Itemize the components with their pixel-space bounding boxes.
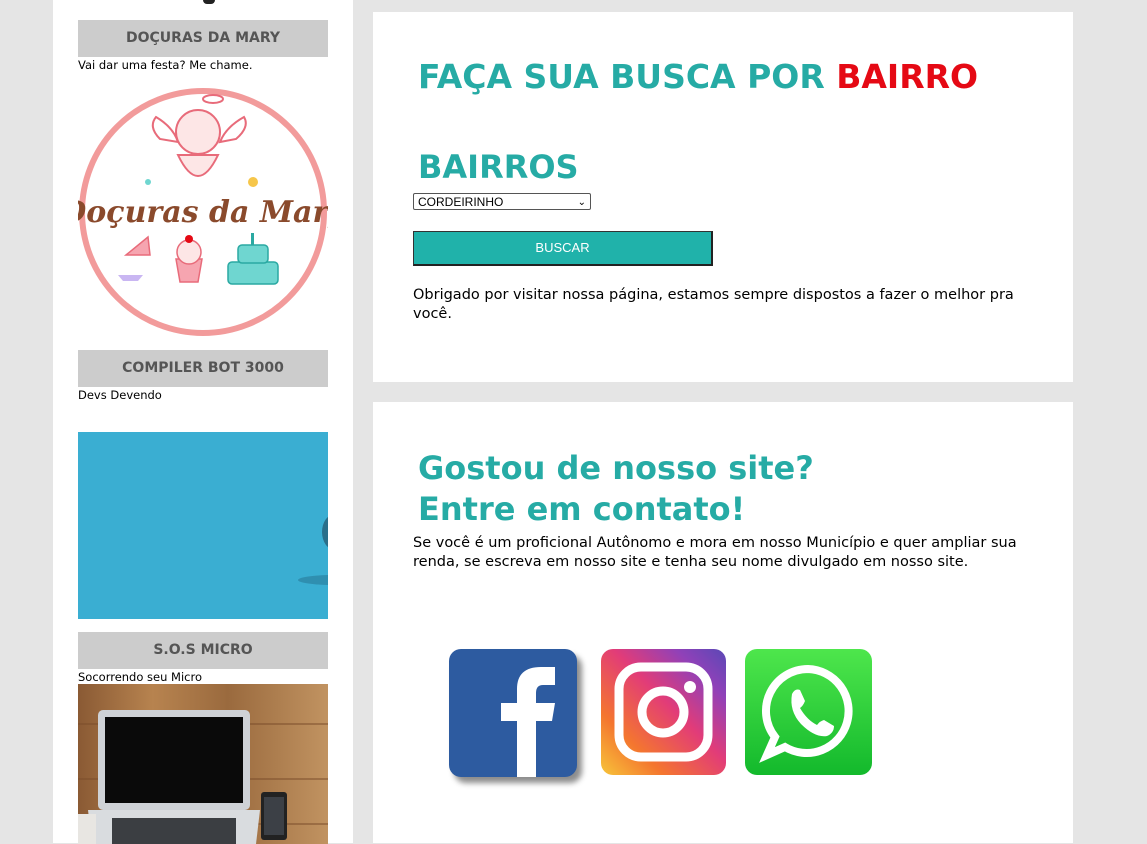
thanks-text: Obrigado por visitar nossa página, estam… (413, 287, 1014, 322)
docuras-logo-text: Doçuras da Mary (78, 195, 328, 230)
bairro-select[interactable]: CORDEIRINHO ⌄ (413, 193, 591, 210)
facebook-icon[interactable] (449, 649, 577, 777)
search-heading-part1: FAÇA SUA BUSCA POR (418, 57, 837, 96)
search-panel: FAÇA SUA BUSCA POR BAIRRO BAIRROS CORDEI… (373, 12, 1073, 382)
facebook-glyph (501, 667, 555, 777)
contact-heading-line2: Entre em contato! (418, 490, 746, 528)
bairro-select-value: CORDEIRINHO (418, 195, 504, 209)
docuras-logo-graphic: Doçuras da Mary (59, 88, 348, 336)
sos-micro-photo[interactable] (78, 684, 328, 844)
sidebar-card-docuras: DOÇURAS DA MARY Vai dar uma festa? Me ch… (59, 20, 348, 336)
compiler-bot-banner[interactable] (78, 432, 328, 619)
bairros-label: BAIRROS (418, 148, 579, 186)
banner-shadow (298, 575, 328, 585)
image-fragment (203, 0, 215, 4)
sidebar: DOÇURAS DA MARY Vai dar uma festa? Me ch… (53, 0, 353, 844)
search-heading-highlight: BAIRRO (836, 57, 979, 96)
buscar-button[interactable]: BUSCAR (413, 231, 713, 266)
sidebar-card-subtitle: Socorrendo seu Micro (78, 670, 203, 684)
instagram-glyph (614, 662, 713, 762)
instagram-icon[interactable] (601, 649, 726, 775)
whatsapp-glyph (759, 664, 853, 763)
sidebar-card-title: DOÇURAS DA MARY (78, 20, 328, 57)
contact-text: Se você é um proficional Autônomo e mora… (413, 535, 1017, 570)
sidebar-card-title: COMPILER BOT 3000 (78, 350, 328, 387)
whatsapp-icon[interactable] (745, 649, 872, 775)
contact-heading: Gostou de nosso site? Entre em contato! (418, 448, 814, 530)
contact-panel: Gostou de nosso site? Entre em contato! … (373, 402, 1073, 843)
contact-heading-line1: Gostou de nosso site? (418, 449, 814, 487)
sidebar-card-subtitle: Devs Devendo (78, 388, 162, 402)
sidebar-card-subtitle: Vai dar uma festa? Me chame. (78, 58, 253, 72)
laptop-photo-graphic (78, 710, 328, 844)
sidebar-card-sos: S.O.S MICRO Socorrendo seu Micro (78, 632, 328, 844)
search-heading: FAÇA SUA BUSCA POR BAIRRO (418, 58, 978, 96)
sidebar-card-title: S.O.S MICRO (78, 632, 328, 669)
sidebar-card-compiler: COMPILER BOT 3000 Devs Devendo (78, 350, 328, 619)
chevron-down-icon: ⌄ (577, 197, 586, 208)
banner-shape (322, 514, 328, 550)
docuras-logo[interactable]: Doçuras da Mary (59, 87, 348, 337)
